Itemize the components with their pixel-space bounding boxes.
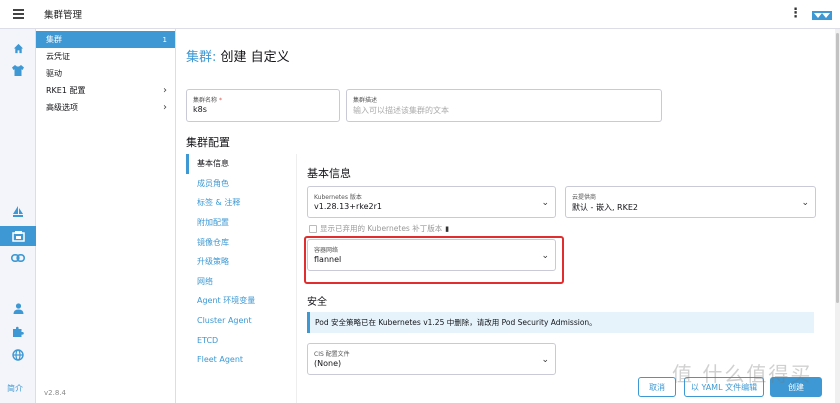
cloud-provider-label: 云提供商 — [572, 194, 597, 201]
cluster-name-value: k8s — [193, 105, 207, 114]
extension-icon[interactable] — [0, 322, 36, 342]
cluster-description-placeholder: 输入可以描述该集群的文本 — [353, 106, 449, 115]
container-network-select[interactable]: 容器网络 flannel ⌄ — [307, 239, 556, 271]
tab-agent-env-vars[interactable]: Agent 环境变量 — [186, 291, 296, 311]
cis-profile-select[interactable]: CIS 配置文件 (None) ⌄ — [307, 343, 556, 375]
tab-registries[interactable]: 镜像仓库 — [186, 232, 296, 252]
container-network-value: flannel — [314, 255, 342, 264]
cluster-name-label-text: 集群名称 — [193, 97, 218, 104]
hamburger-menu-icon[interactable] — [0, 0, 36, 29]
tshirt-icon[interactable] — [0, 60, 36, 80]
scrollbar-thumb[interactable] — [836, 33, 839, 303]
info-flag-icon: ▮ — [445, 224, 450, 233]
sidebar-item-label: 驱动 — [46, 69, 62, 78]
scrollbar[interactable] — [835, 29, 840, 403]
chevron-right-icon: › — [163, 85, 167, 96]
watermark: 值 什么值得买 — [672, 362, 813, 386]
globe-icon[interactable] — [0, 345, 36, 365]
basic-info-title: 基本信息 — [307, 167, 351, 180]
sidebar-item-drivers[interactable]: 驱动 — [36, 65, 175, 82]
sidebar-item-rke1-config[interactable]: RKE1 配置 › — [36, 82, 175, 99]
home-icon[interactable] — [0, 38, 36, 58]
chevron-down-icon: ⌄ — [801, 198, 809, 208]
psp-info-banner: Pod 安全策略已在 Kubernetes v1.25 中删除，请改用 Pod … — [307, 312, 814, 333]
show-deprecated-label: 显示已弃用的 Kubernetes 补丁版本 — [320, 224, 443, 233]
cluster-name-field[interactable]: 集群名称 * k8s — [186, 89, 340, 122]
kubernetes-version-label: Kubernetes 版本 — [314, 194, 362, 201]
sidebar-item-clusters[interactable]: 集群 1 — [36, 31, 175, 48]
about-link[interactable]: 简介 — [7, 383, 23, 394]
kubernetes-version-select[interactable]: Kubernetes 版本 v1.28.13+rke2r1 ⌄ — [307, 186, 556, 218]
cluster-description-label: 集群描述 — [353, 97, 378, 104]
security-title: 安全 — [307, 297, 327, 308]
link-icon[interactable] — [0, 248, 36, 268]
tab-cluster-agent[interactable]: Cluster Agent — [186, 311, 296, 331]
cloud-provider-select[interactable]: 云提供商 默认 - 嵌入, RKE2 ⌄ — [565, 186, 816, 218]
version-label: v2.8.4 — [44, 389, 66, 397]
cluster-count-badge: 1 — [162, 35, 167, 44]
sidebar-item-advanced[interactable]: 高级选项 › — [36, 99, 175, 116]
main-content: 集群: 创建 自定义 集群名称 * k8s 集群描述 输入可以描述该集群的文本 … — [176, 29, 840, 403]
app-title: 集群管理 — [44, 10, 83, 21]
cis-profile-label: CIS 配置文件 — [314, 351, 350, 358]
config-tabs: 基本信息 成员角色 标签 & 注释 附加配置 镜像仓库 升级策略 网络 Agen… — [186, 154, 296, 403]
kebab-menu-icon[interactable]: ⋮ — [789, 6, 802, 22]
top-header: 集群管理 — [0, 0, 840, 29]
kubernetes-version-value: v1.28.13+rke2r1 — [314, 202, 382, 211]
icon-rail — [0, 29, 36, 403]
sidebar-item-label: 高级选项 — [46, 103, 78, 112]
chevron-down-icon: ⌄ — [541, 355, 549, 365]
cluster-name-label: 集群名称 * — [193, 95, 222, 104]
user-icon[interactable] — [0, 298, 36, 318]
page-title: 集群: 创建 自定义 — [186, 46, 290, 65]
required-mark: * — [218, 97, 222, 104]
sidebar-item-cloud-credentials[interactable]: 云凭证 — [36, 48, 175, 65]
chevron-right-icon: › — [163, 102, 167, 113]
page-title-text: 创建 自定义 — [216, 50, 290, 65]
sidebar-item-label: 云凭证 — [46, 52, 70, 61]
tab-etcd[interactable]: ETCD — [186, 330, 296, 350]
cloud-provider-value: 默认 - 嵌入, RKE2 — [572, 203, 639, 212]
chevron-down-icon: ⌄ — [541, 198, 549, 208]
tab-networking[interactable]: 网络 — [186, 272, 296, 292]
sailboat-icon[interactable] — [0, 202, 36, 222]
tab-labels-annotations[interactable]: 标签 & 注释 — [186, 193, 296, 213]
tab-additional-config[interactable]: 附加配置 — [186, 213, 296, 233]
sidebar-item-label: 集群 — [46, 35, 62, 44]
tab-fleet-agent[interactable]: Fleet Agent — [186, 350, 296, 370]
show-deprecated-checkbox[interactable]: 显示已弃用的 Kubernetes 补丁版本 ▮ — [309, 223, 449, 234]
side-nav: 集群 1 云凭证 驱动 RKE1 配置 › 高级选项 › — [36, 29, 176, 403]
rancher-logo-icon — [812, 11, 832, 20]
cluster-config-title: 集群配置 — [186, 136, 230, 149]
breadcrumb-link[interactable]: 集群: — [186, 50, 216, 65]
cancel-button[interactable]: 取消 — [638, 377, 676, 397]
checkbox-box[interactable] — [309, 224, 317, 233]
tab-upgrade-strategy[interactable]: 升级策略 — [186, 252, 296, 272]
chevron-down-icon: ⌄ — [541, 251, 549, 261]
container-network-label: 容器网络 — [314, 247, 339, 254]
sidebar-item-label: RKE1 配置 — [46, 86, 86, 95]
cluster-icon[interactable] — [0, 226, 36, 246]
cluster-description-field[interactable]: 集群描述 输入可以描述该集群的文本 — [346, 89, 662, 122]
tab-member-roles[interactable]: 成员角色 — [186, 174, 296, 194]
tab-basic-info[interactable]: 基本信息 — [186, 154, 296, 174]
cis-profile-value: (None) — [314, 359, 342, 368]
